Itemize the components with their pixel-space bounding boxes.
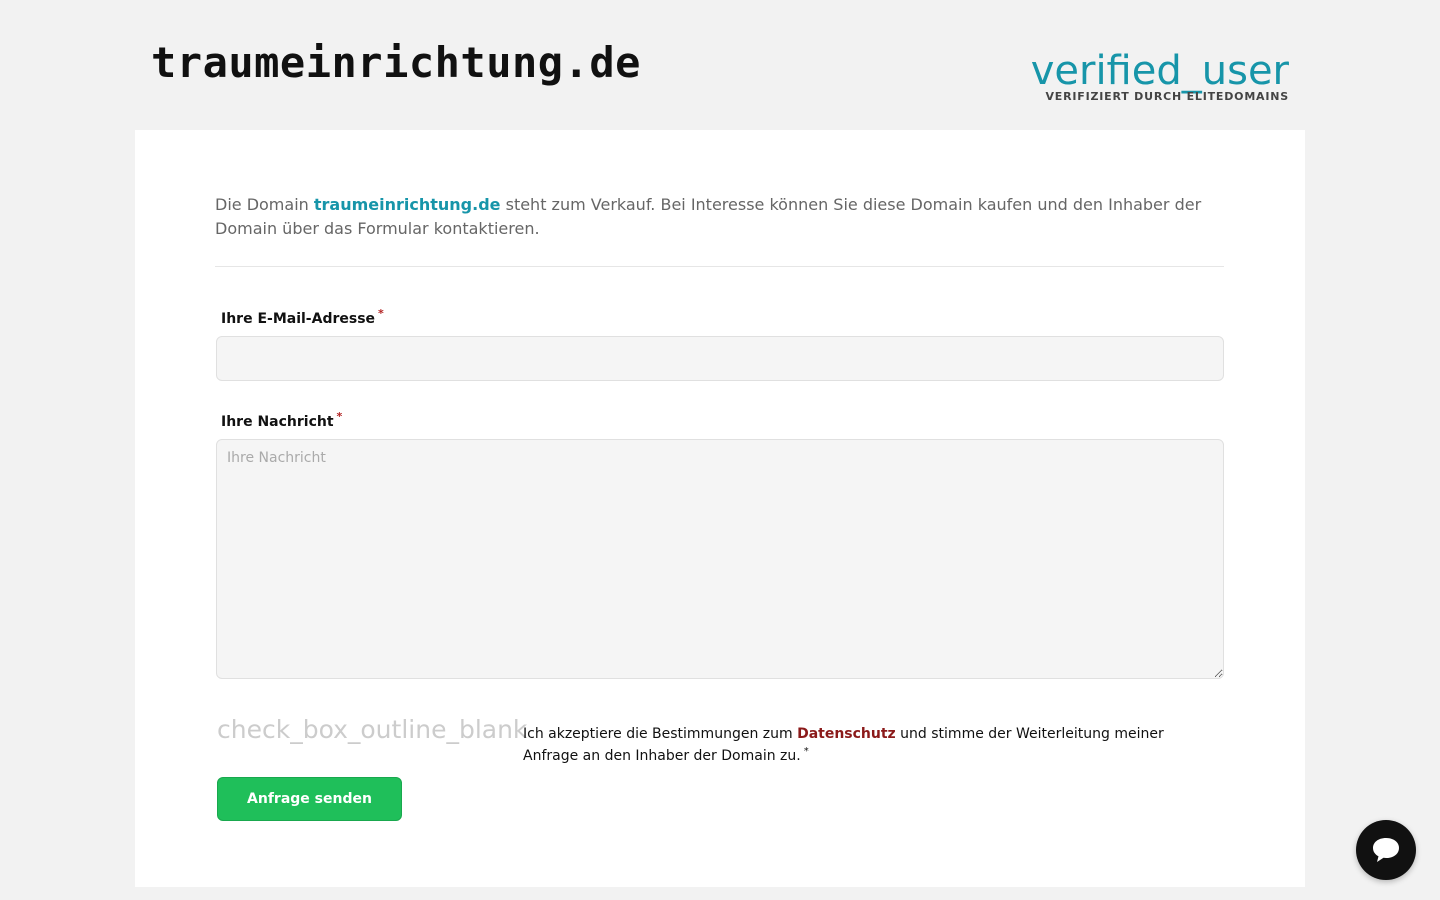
required-mark: * bbox=[378, 307, 384, 320]
intro-domain-link[interactable]: traumeinrichtung.de bbox=[314, 195, 501, 214]
verified-user-icon: verified_user bbox=[1030, 48, 1289, 94]
message-label: Ihre Nachricht * bbox=[221, 410, 342, 430]
intro-text: Die Domain traumeinrichtung.de steht zum… bbox=[215, 193, 1225, 241]
submit-button[interactable]: Anfrage senden bbox=[217, 777, 402, 821]
email-label-text: Ihre E-Mail-Adresse bbox=[221, 311, 376, 327]
header: traumeinrichtung.de verified_user VERIFI… bbox=[135, 0, 1305, 130]
message-label-text: Ihre Nachricht bbox=[221, 414, 334, 430]
intro-prefix: Die Domain bbox=[215, 195, 314, 214]
site-title: traumeinrichtung.de bbox=[151, 38, 641, 87]
email-label: Ihre E-Mail-Adresse * bbox=[221, 307, 384, 327]
divider bbox=[215, 266, 1224, 267]
consent-text: Ich akzeptiere die Bestimmungen zum Date… bbox=[523, 723, 1203, 767]
required-mark: * bbox=[803, 746, 809, 757]
privacy-link[interactable]: Datenschutz bbox=[797, 726, 896, 742]
consent-prefix: Ich akzeptiere die Bestimmungen zum bbox=[523, 726, 798, 742]
consent-checkbox-icon[interactable]: check_box_outline_blank bbox=[217, 715, 527, 744]
message-field[interactable] bbox=[216, 439, 1224, 679]
contact-card: Die Domain traumeinrichtung.de steht zum… bbox=[135, 130, 1305, 887]
verified-text: VERIFIZIERT DURCH ELITEDOMAINS bbox=[1045, 90, 1289, 103]
chat-bubble-icon bbox=[1373, 838, 1399, 862]
verified-badge: verified_user VERIFIZIERT DURCH ELITEDOM… bbox=[1031, 48, 1289, 103]
required-mark: * bbox=[336, 410, 343, 423]
chat-button[interactable] bbox=[1356, 820, 1416, 880]
email-field[interactable] bbox=[216, 336, 1224, 381]
